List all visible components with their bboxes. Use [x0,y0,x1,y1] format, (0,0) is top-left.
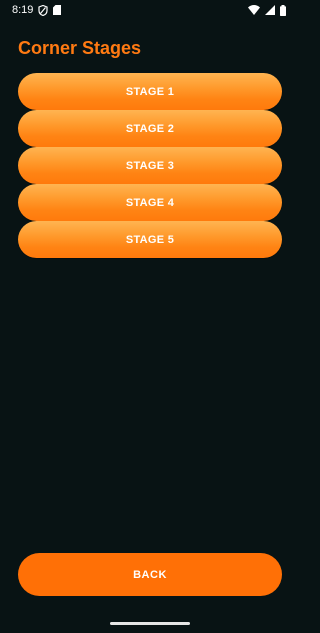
status-left: 8:19 [12,4,62,16]
status-time: 8:19 [12,4,34,16]
stage-1-label: STAGE 1 [125,85,175,98]
stage-1-button[interactable]: STAGE 1 [18,73,282,110]
battery-icon [280,4,286,16]
stage-list: STAGE 1 STAGE 2 STAGE 3 STAGE 4 STAGE 5 [18,73,282,258]
stage-3-button[interactable]: STAGE 3 [18,147,282,184]
sim-card-icon [53,5,62,15]
page-title: Corner Stages [18,38,142,58]
stage-4-label: STAGE 4 [125,196,175,209]
stage-2-button[interactable]: STAGE 2 [18,110,282,147]
stage-5-button[interactable]: STAGE 5 [18,221,282,258]
back-button[interactable]: BACK [18,553,282,596]
privacy-shield-icon [38,4,49,16]
status-bar: 8:19 [0,0,300,20]
wifi-icon [248,5,260,15]
status-right [248,4,286,16]
stage-3-label: STAGE 3 [125,159,175,172]
stage-4-button[interactable]: STAGE 4 [18,184,282,221]
app-screen: 8:19 Corner Stages STAGE 1 STAGE 2 STAGE… [0,0,300,633]
home-indicator[interactable] [110,622,190,625]
stage-5-label: STAGE 5 [125,233,175,246]
stage-2-label: STAGE 2 [125,122,175,135]
signal-icon [265,5,275,15]
back-label: BACK [133,568,167,581]
